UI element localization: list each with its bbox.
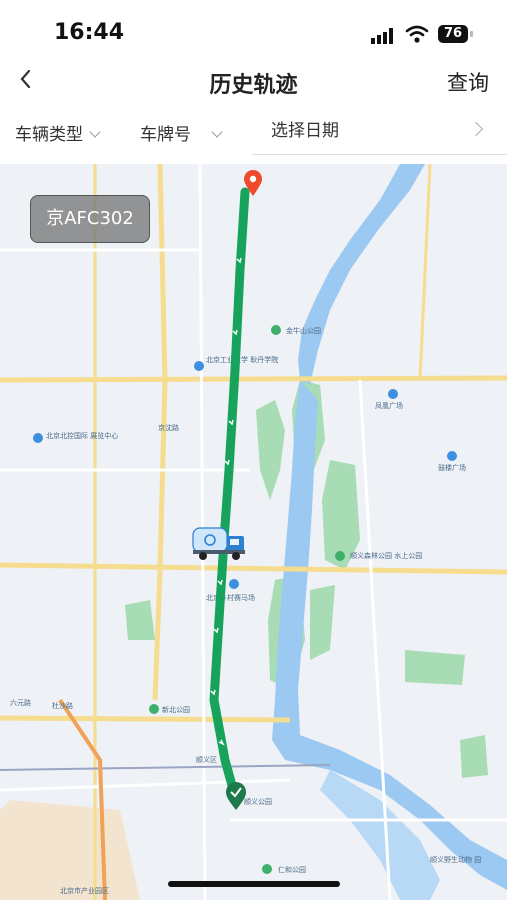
filter-bar: 车辆类型 车牌号 选择日期 [0, 108, 507, 156]
park-area [125, 600, 155, 640]
nav-bar: 历史轨迹 查询 [0, 62, 507, 102]
poi-label: 顺义野生动物 园 [430, 855, 481, 864]
road-label: 杜沙路 [52, 701, 73, 710]
vehicle-type-label: 车辆类型 [15, 125, 83, 145]
plate-number-label: 车牌号 [140, 125, 191, 145]
chevron-down-icon [211, 126, 223, 138]
cellular-signal-icon [371, 28, 393, 44]
vehicle-plate-label[interactable]: 京AFC302 [30, 195, 150, 243]
poi-pin-icon [33, 433, 43, 443]
battery-icon: 76 [438, 25, 468, 43]
home-indicator[interactable] [168, 881, 340, 887]
status-bar: 16:44 76 [0, 0, 507, 62]
date-picker-label: 选择日期 [271, 121, 339, 141]
road-label: 京沈路 [158, 423, 179, 432]
poi-label: 鼓楼广场 [438, 463, 466, 472]
park-area [460, 735, 488, 778]
park-pin-icon [335, 551, 345, 561]
park-pin-icon [149, 704, 159, 714]
poi-pin-icon [388, 389, 398, 399]
chevron-down-icon [89, 126, 101, 138]
poi-label: 北京工业大学 耿丹学院 [206, 355, 278, 364]
poi-label: 顺义公园 [244, 798, 272, 806]
poi-pin-icon [194, 361, 204, 371]
chevron-right-icon [468, 121, 484, 137]
poi-label: 北京乡村赛马场 [206, 593, 255, 602]
poi-label: 北京市产业园区 [60, 886, 109, 895]
map-view[interactable]: 北京工业大学 耿丹学院 北京北控国际 展览中心 凤凰广场 鼓楼广场 金牛山公园 … [0, 163, 507, 901]
district-label: 顺义区 [196, 756, 217, 764]
page-title: 历史轨迹 [209, 73, 298, 98]
plate-number-dropdown[interactable]: 车牌号 [140, 120, 223, 145]
poi-label: 顺义森林公园 水上公园 [350, 551, 422, 560]
date-picker[interactable]: 选择日期 [252, 108, 507, 155]
park-area [405, 650, 465, 685]
poi-pin-icon [447, 451, 457, 461]
industrial-area [0, 800, 140, 900]
poi-label: 仁和公园 [278, 865, 306, 874]
query-button[interactable]: 查询 [447, 67, 489, 97]
status-time: 16:44 [54, 20, 125, 45]
poi-pin-icon [229, 579, 239, 589]
road-label: 六元路 [10, 698, 31, 707]
poi-label: 凤凰广场 [375, 401, 403, 410]
wifi-icon [405, 25, 429, 43]
poi-label: 金牛山公园 [286, 326, 321, 335]
park-pin-icon [271, 325, 281, 335]
map-canvas[interactable]: 北京工业大学 耿丹学院 北京北控国际 展览中心 凤凰广场 鼓楼广场 金牛山公园 … [0, 163, 507, 901]
park-pin-icon [262, 864, 272, 874]
battery-tip [470, 31, 473, 37]
vehicle-type-dropdown[interactable]: 车辆类型 [15, 120, 101, 145]
poi-label: 北京北控国际 展览中心 [46, 431, 118, 440]
poi-label: 新北公园 [162, 705, 190, 714]
